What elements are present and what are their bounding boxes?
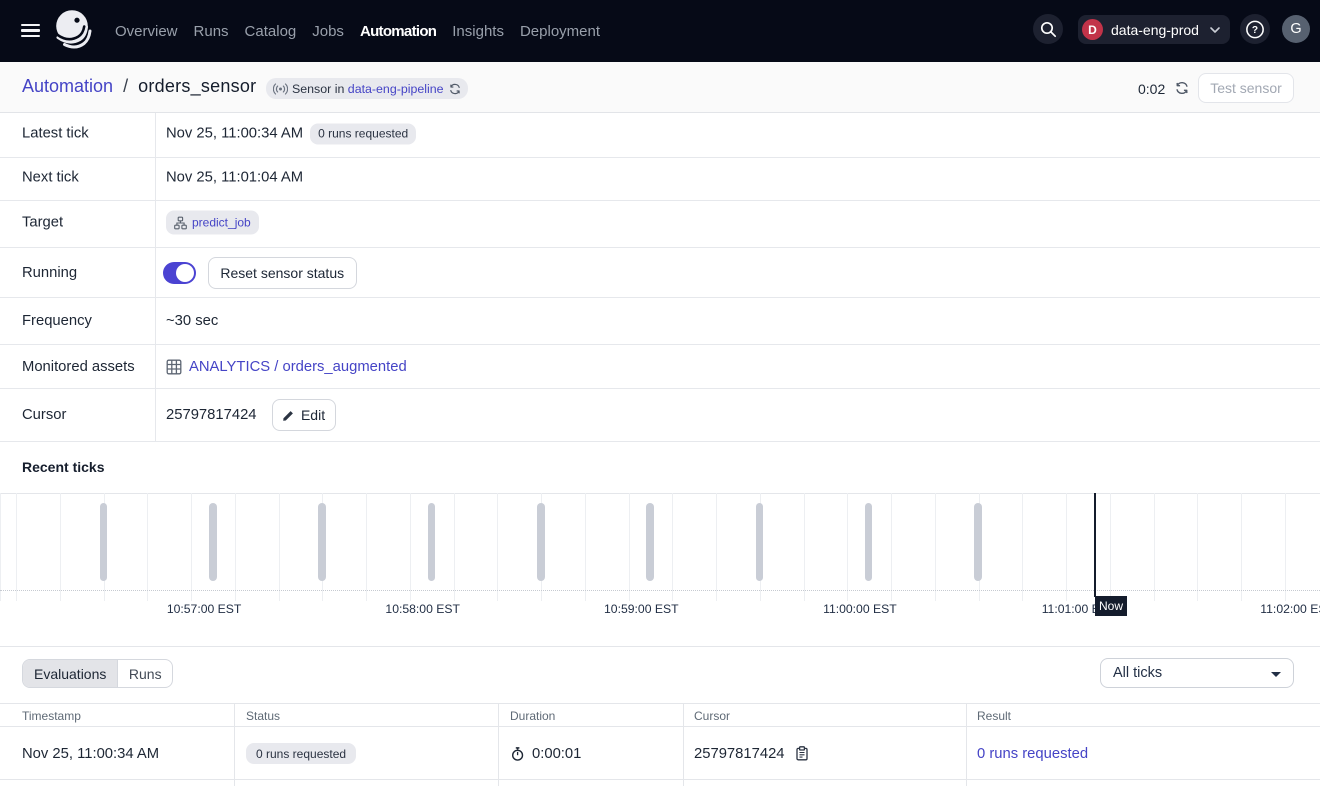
svg-text:?: ?	[1252, 25, 1258, 36]
